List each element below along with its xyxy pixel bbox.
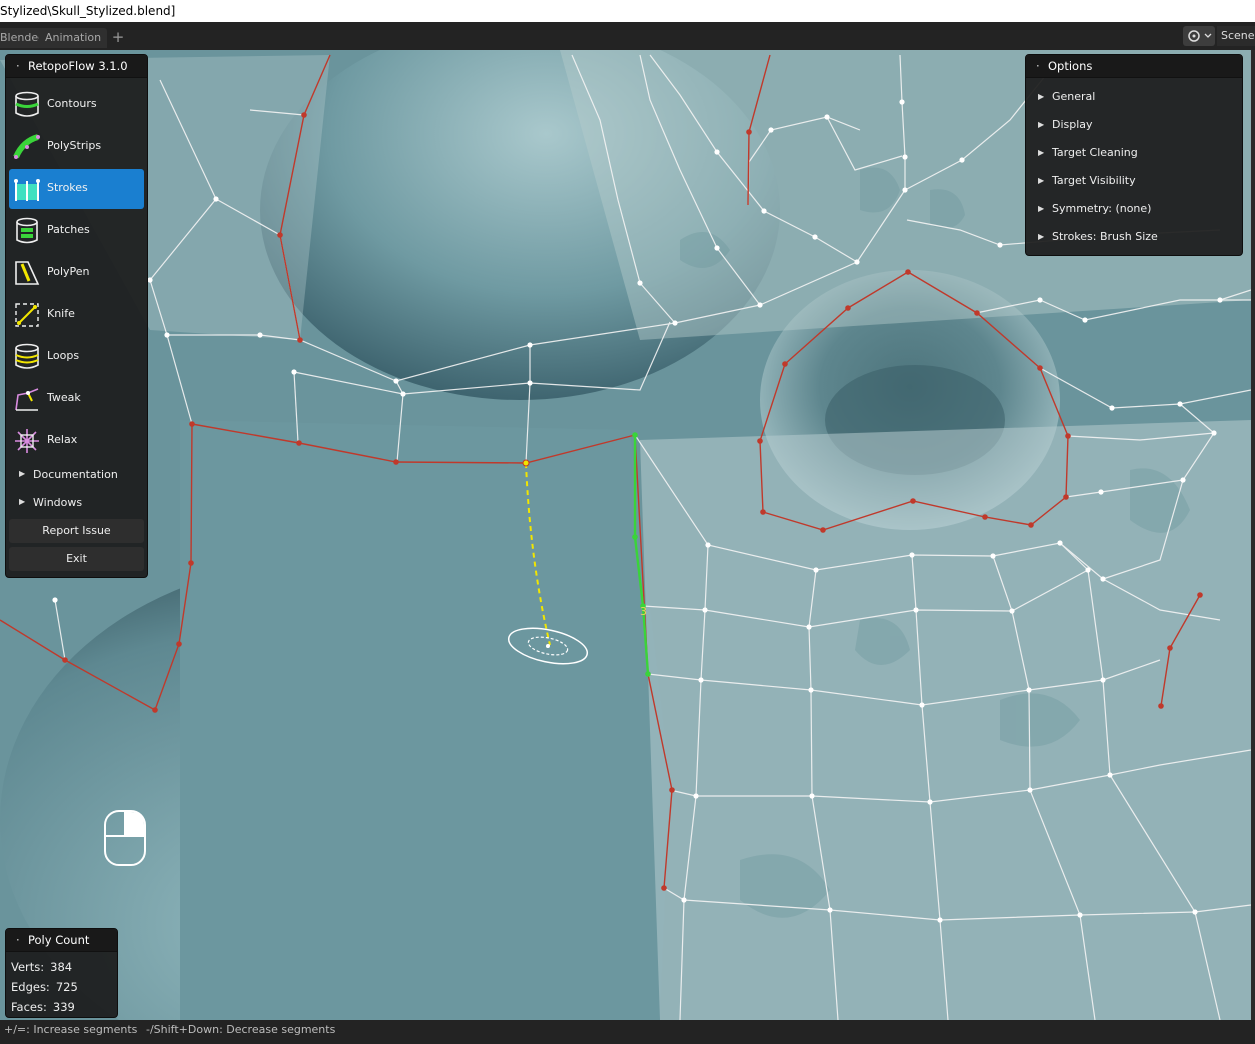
windows-expander[interactable]: ▶ Windows bbox=[9, 492, 144, 514]
expand-triangle-icon: ▶ bbox=[1038, 232, 1045, 241]
scene-icon bbox=[1188, 30, 1212, 42]
option-target-visibility[interactable]: ▶ Target Visibility bbox=[1026, 168, 1242, 194]
report-issue-button[interactable]: Report Issue bbox=[9, 519, 144, 543]
window-title-bar: Stylized\Skull_Stylized.blend] bbox=[0, 0, 1255, 22]
tool-label: Relax bbox=[47, 433, 78, 446]
add-workspace-button[interactable]: + bbox=[110, 27, 126, 47]
status-bar: +/=: Increase segments -/Shift+Down: Dec… bbox=[0, 1020, 1255, 1044]
verts-label: Verts: bbox=[11, 960, 45, 974]
tool-label: PolyPen bbox=[47, 265, 90, 278]
option-strokes-brush-size[interactable]: ▶ Strokes: Brush Size bbox=[1026, 224, 1242, 250]
tool-label: PolyStrips bbox=[47, 139, 102, 152]
expand-triangle-icon: ▶ bbox=[1038, 204, 1045, 213]
tool-label: Loops bbox=[47, 349, 80, 362]
scene-name-field[interactable]: Scene bbox=[1217, 26, 1255, 46]
tool-polypen[interactable]: PolyPen bbox=[9, 253, 144, 293]
edges-value: 725 bbox=[55, 980, 78, 994]
tool-relax[interactable]: Relax bbox=[9, 421, 144, 461]
polypen-icon bbox=[15, 261, 40, 285]
exit-button[interactable]: Exit bbox=[9, 547, 144, 571]
tool-label: Tweak bbox=[47, 391, 81, 404]
collapse-dot-icon: · bbox=[16, 59, 20, 73]
option-label: Display bbox=[1052, 118, 1093, 131]
expand-triangle-icon: ▶ bbox=[1038, 148, 1045, 157]
expand-triangle-icon: ▶ bbox=[1038, 120, 1045, 129]
edges-label: Edges: bbox=[11, 980, 50, 994]
option-target-cleaning[interactable]: ▶ Target Cleaning bbox=[1026, 140, 1242, 166]
option-label: Target Cleaning bbox=[1052, 146, 1138, 159]
tool-label: Knife bbox=[47, 307, 75, 320]
tool-loops[interactable]: Loops bbox=[9, 337, 144, 377]
contours-icon bbox=[15, 91, 39, 117]
mouse-icon bbox=[104, 810, 146, 866]
faces-value: 339 bbox=[52, 1000, 75, 1014]
faces-stat: Faces: 339 bbox=[11, 1000, 75, 1014]
options-panel: · Options ▶ General ▶ Display ▶ Target C… bbox=[1025, 54, 1243, 256]
segment-count-label: 3 bbox=[640, 605, 647, 618]
status-hint-increase: +/=: Increase segments bbox=[4, 1023, 138, 1036]
tweak-icon bbox=[15, 388, 39, 411]
tool-strokes[interactable]: Strokes bbox=[9, 169, 144, 209]
expand-triangle-icon: ▶ bbox=[19, 497, 26, 506]
tool-knife[interactable]: Knife bbox=[9, 295, 144, 335]
workspace-tab-bar: Blended Animation + Scene bbox=[0, 22, 1255, 50]
tool-label: Strokes bbox=[47, 181, 88, 194]
viewport-border bbox=[1251, 50, 1255, 1020]
documentation-label: Documentation bbox=[33, 468, 118, 481]
option-label: Target Visibility bbox=[1052, 174, 1136, 187]
polystrips-icon bbox=[13, 134, 40, 159]
expand-triangle-icon: ▶ bbox=[19, 469, 26, 478]
options-panel-header[interactable]: · Options bbox=[1026, 55, 1242, 78]
tools-panel-header[interactable]: · RetopoFlow 3.1.0 bbox=[6, 55, 147, 78]
window-title: Stylized\Skull_Stylized.blend] bbox=[0, 4, 176, 18]
strokes-icon bbox=[14, 179, 40, 201]
poly-count-panel: · Poly Count Verts: 384 Edges: 725 Faces: 3… bbox=[5, 928, 118, 1018]
patches-icon bbox=[16, 217, 38, 244]
expand-triangle-icon: ▶ bbox=[1038, 92, 1045, 101]
status-hint-decrease: -/Shift+Down: Decrease segments bbox=[146, 1023, 336, 1036]
knife-icon bbox=[15, 303, 39, 327]
loops-icon bbox=[15, 343, 39, 369]
option-display[interactable]: ▶ Display bbox=[1026, 112, 1242, 138]
tool-contours[interactable]: Contours bbox=[9, 85, 144, 125]
expand-triangle-icon: ▶ bbox=[1038, 176, 1045, 185]
tool-tweak[interactable]: Tweak bbox=[9, 379, 144, 419]
tool-polystrips[interactable]: PolyStrips bbox=[9, 127, 144, 167]
tools-panel-title: RetopoFlow 3.1.0 bbox=[28, 59, 128, 73]
verts-value: 384 bbox=[50, 960, 73, 974]
tool-label: Contours bbox=[47, 97, 97, 110]
relax-icon bbox=[15, 429, 39, 453]
poly-count-title: Poly Count bbox=[28, 933, 90, 947]
collapse-dot-icon: · bbox=[16, 933, 20, 947]
scene-selector-button[interactable] bbox=[1183, 26, 1215, 46]
poly-count-header[interactable]: · Poly Count bbox=[6, 929, 117, 952]
tool-label: Patches bbox=[47, 223, 90, 236]
option-label: General bbox=[1052, 90, 1096, 103]
tab-animation[interactable]: Animation bbox=[39, 28, 108, 48]
verts-stat: Verts: 384 bbox=[11, 960, 72, 974]
option-label: Symmetry: (none) bbox=[1052, 202, 1152, 215]
edges-stat: Edges: 725 bbox=[11, 980, 78, 994]
option-general[interactable]: ▶ General bbox=[1026, 84, 1242, 110]
faces-label: Faces: bbox=[11, 1000, 47, 1014]
documentation-expander[interactable]: ▶ Documentation bbox=[9, 464, 144, 486]
option-symmetry[interactable]: ▶ Symmetry: (none) bbox=[1026, 196, 1242, 222]
collapse-dot-icon: · bbox=[1036, 59, 1040, 73]
option-label: Strokes: Brush Size bbox=[1052, 230, 1158, 243]
retopoflow-tools-panel: · RetopoFlow 3.1.0 Contours PolyStrips S… bbox=[5, 54, 148, 578]
tool-patches[interactable]: Patches bbox=[9, 211, 144, 251]
options-panel-title: Options bbox=[1048, 59, 1093, 73]
windows-label: Windows bbox=[33, 496, 83, 509]
